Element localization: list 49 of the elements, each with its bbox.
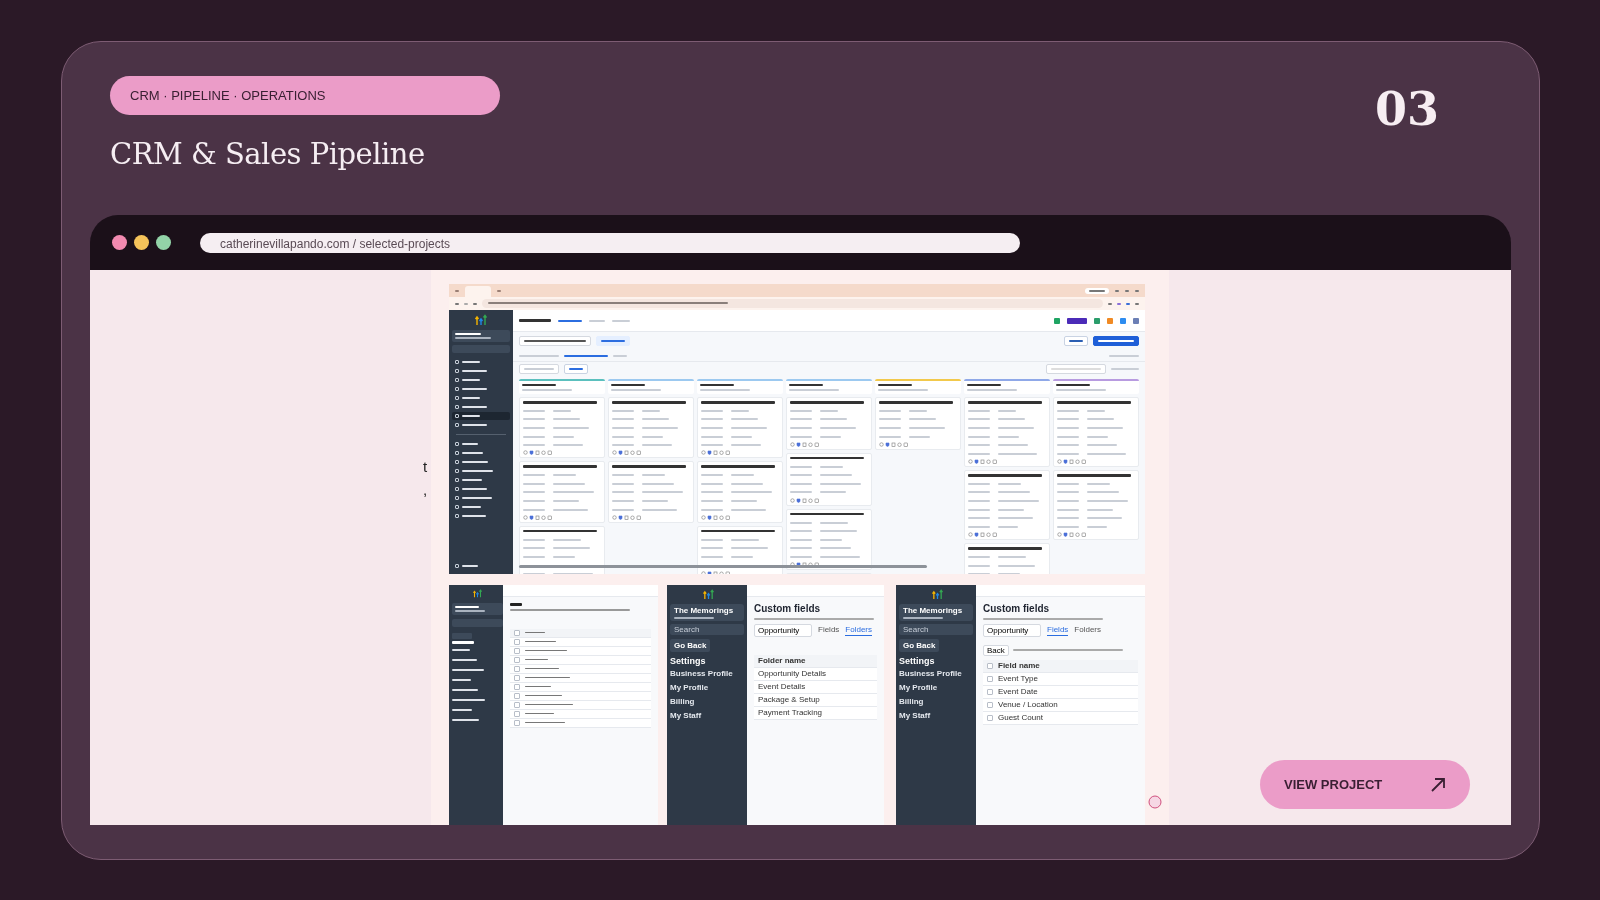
view-project-button[interactable]: VIEW PROJECT [1260,760,1470,809]
back-button[interactable]: Back [983,644,1009,656]
sidebar-item[interactable]: Billing [899,695,976,708]
cursor-circle-icon [1148,795,1162,809]
column-header: Field name [998,661,1040,670]
text-fragment: t [423,458,428,475]
window-dot [156,235,171,250]
go-back-button[interactable]: Go Back [899,638,940,652]
tab[interactable]: Fields [1047,624,1069,636]
go-back-button[interactable]: Go Back [670,638,711,652]
logo-icon [703,589,714,600]
project-number: 03 [1375,82,1439,138]
sidebar-item[interactable]: Business Profile [899,667,976,680]
sidebar-heading: Settings [670,655,707,666]
sidebar-heading: Settings [899,655,936,666]
search-field[interactable]: Search [899,623,973,635]
account-switcher[interactable]: The Memorings [899,604,973,621]
category-tag: CRM · PIPELINE · OPERATIONS [110,76,500,115]
arrow-up-right-icon [1430,776,1446,793]
checkbox[interactable] [987,662,993,669]
object-select[interactable]: Opportunity [754,623,812,637]
window-dot [134,235,149,250]
table-cell[interactable]: Event Date [998,687,1038,696]
table-cell[interactable]: Guest Count [998,713,1043,722]
checkbox[interactable] [987,701,993,708]
checkbox[interactable] [987,688,993,695]
logo-icon [932,589,943,600]
sidebar-item[interactable]: Billing [670,695,747,708]
tab[interactable]: Folders [845,624,873,636]
sidebar-item[interactable]: My Staff [899,709,976,722]
text-fragment: , [423,481,428,498]
table-cell[interactable]: Event Type [998,674,1038,683]
account-switcher[interactable]: The Memorings [670,604,744,621]
object-select[interactable]: Opportunity [983,623,1041,637]
tab[interactable]: Fields [818,624,840,636]
sidebar-item[interactable]: My Staff [670,709,747,722]
checkbox[interactable] [987,675,993,682]
page-title: Custom fields [983,603,1051,614]
sidebar-item[interactable]: My Profile [670,681,747,694]
sidebar-item[interactable]: Business Profile [670,667,747,680]
checkbox[interactable] [987,714,993,721]
column-header: Folder name [758,656,806,665]
sidebar-item[interactable]: My Profile [899,681,976,694]
project-title: CRM & Sales Pipeline [110,137,426,171]
address-bar: catherinevillapando.com / selected-projects [200,232,1020,253]
page-title: Custom fields [754,603,822,614]
tab[interactable]: Folders [1074,624,1102,636]
search-field[interactable]: Search [670,623,744,635]
window-dot [112,235,127,250]
